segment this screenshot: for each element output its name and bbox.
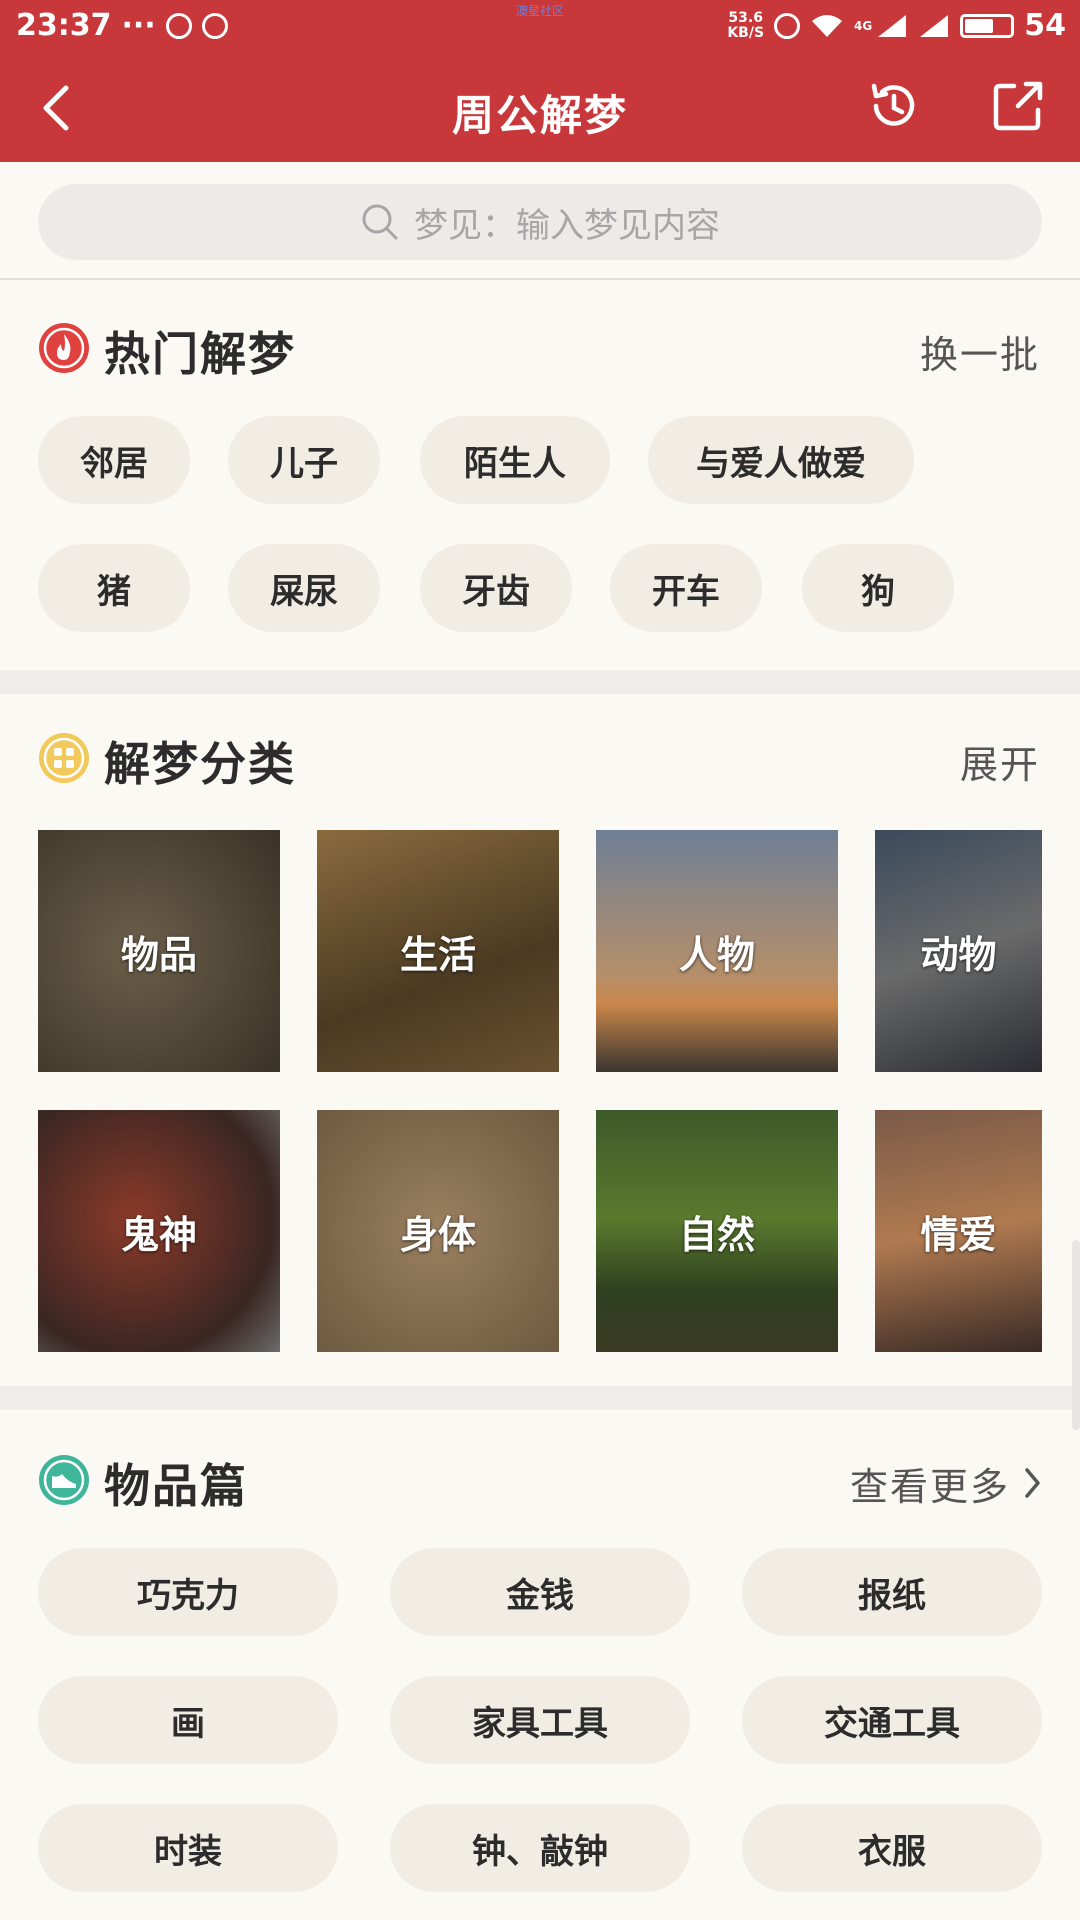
hot-section: 热门解梦 换一批 邻居 儿子 陌生人 与爱人做爱 猪 屎尿 牙齿 开车 狗 — [0, 282, 1080, 670]
expand-button[interactable]: 展开 — [960, 734, 1040, 789]
network-label: 4G — [854, 18, 873, 33]
share-icon[interactable] — [990, 78, 1046, 134]
signal-icon-2 — [920, 14, 949, 37]
category-label: 鬼神 — [120, 1212, 197, 1257]
item-tag[interactable]: 衣服 — [742, 1804, 1042, 1892]
category-title: 解梦分类 — [104, 737, 296, 791]
category-label: 物品 — [120, 932, 197, 977]
hot-tag[interactable]: 开车 — [610, 544, 762, 632]
item-tag[interactable]: 家具工具 — [390, 1676, 690, 1764]
category-tile-body[interactable]: 身体 — [317, 1110, 559, 1352]
item-tag[interactable]: 巧克力 — [38, 1548, 338, 1636]
category-tile-ghosts[interactable]: 鬼神 — [38, 1110, 280, 1352]
category-label: 人物 — [678, 932, 755, 977]
category-tile-animals[interactable]: 动物 — [875, 830, 1042, 1072]
alarm-icon — [774, 12, 801, 39]
items-section: 物品篇 查看更多 巧克力 金钱 报纸 画 家具工具 交通工具 时装 钟、敲钟 衣… — [0, 1410, 1080, 1920]
refresh-batch-button[interactable]: 换一批 — [920, 324, 1040, 379]
hot-tag[interactable]: 邻居 — [38, 416, 190, 504]
search-bar-container: 梦见：输入梦见内容 — [0, 162, 1080, 280]
category-tile-nature[interactable]: 自然 — [596, 1110, 838, 1352]
search-icon — [362, 204, 398, 240]
category-tile-love[interactable]: 情爱 — [875, 1110, 1042, 1352]
hot-tag[interactable]: 与爱人做爱 — [648, 416, 914, 504]
item-tag[interactable]: 画 — [38, 1676, 338, 1764]
history-icon[interactable] — [866, 78, 922, 134]
view-more-button[interactable]: 查看更多 — [850, 1456, 1010, 1511]
hot-title: 热门解梦 — [104, 327, 296, 381]
section-divider — [0, 670, 1080, 694]
status-bar: 23:37 ··· 澳星社区 53.6 KB/S 4G 54 — [0, 0, 1080, 52]
category-label: 动物 — [920, 932, 997, 977]
items-title: 物品篇 — [104, 1459, 248, 1513]
category-label: 生活 — [399, 932, 476, 977]
category-label: 自然 — [678, 1212, 755, 1257]
item-tag[interactable]: 钟、敲钟 — [390, 1804, 690, 1892]
app-header: 周公解梦 — [0, 52, 1080, 162]
shoe-icon — [39, 1455, 89, 1505]
net-speed-unit: KB/S — [727, 24, 765, 41]
hot-tag[interactable]: 牙齿 — [420, 544, 572, 632]
category-tile-life[interactable]: 生活 — [317, 830, 559, 1072]
category-section: 解梦分类 展开 物品 生活 人物 动物 鬼神 身体 自然 情爱 — [0, 694, 1080, 1386]
search-placeholder: 梦见：输入梦见内容 — [414, 205, 720, 246]
scrollbar[interactable] — [1072, 1240, 1080, 1430]
hot-tag[interactable]: 猪 — [38, 544, 190, 632]
search-input[interactable]: 梦见：输入梦见内容 — [38, 184, 1042, 260]
wifi-icon — [812, 14, 843, 37]
net-speed: 53.6 KB/S — [727, 9, 765, 41]
net-speed-value: 53.6 — [728, 9, 763, 26]
category-label: 情爱 — [920, 1212, 997, 1257]
battery-icon — [960, 13, 1015, 38]
category-tile-items[interactable]: 物品 — [38, 830, 280, 1072]
chevron-right-icon[interactable] — [1022, 1466, 1044, 1500]
item-tag[interactable]: 时装 — [38, 1804, 338, 1892]
item-tag[interactable]: 交通工具 — [742, 1676, 1042, 1764]
hot-tag[interactable]: 儿子 — [228, 416, 380, 504]
battery-level: 54 — [1024, 8, 1066, 43]
item-tag[interactable]: 报纸 — [742, 1548, 1042, 1636]
signal-icon — [878, 14, 907, 37]
hot-tag[interactable]: 陌生人 — [420, 416, 610, 504]
section-divider — [0, 1386, 1080, 1410]
hot-tag[interactable]: 狗 — [802, 544, 954, 632]
item-tag[interactable]: 金钱 — [390, 1548, 690, 1636]
flame-icon — [39, 323, 89, 373]
grid-icon — [39, 733, 89, 783]
hot-tag[interactable]: 屎尿 — [228, 544, 380, 632]
category-label: 身体 — [399, 1212, 476, 1257]
category-tile-people[interactable]: 人物 — [596, 830, 838, 1072]
